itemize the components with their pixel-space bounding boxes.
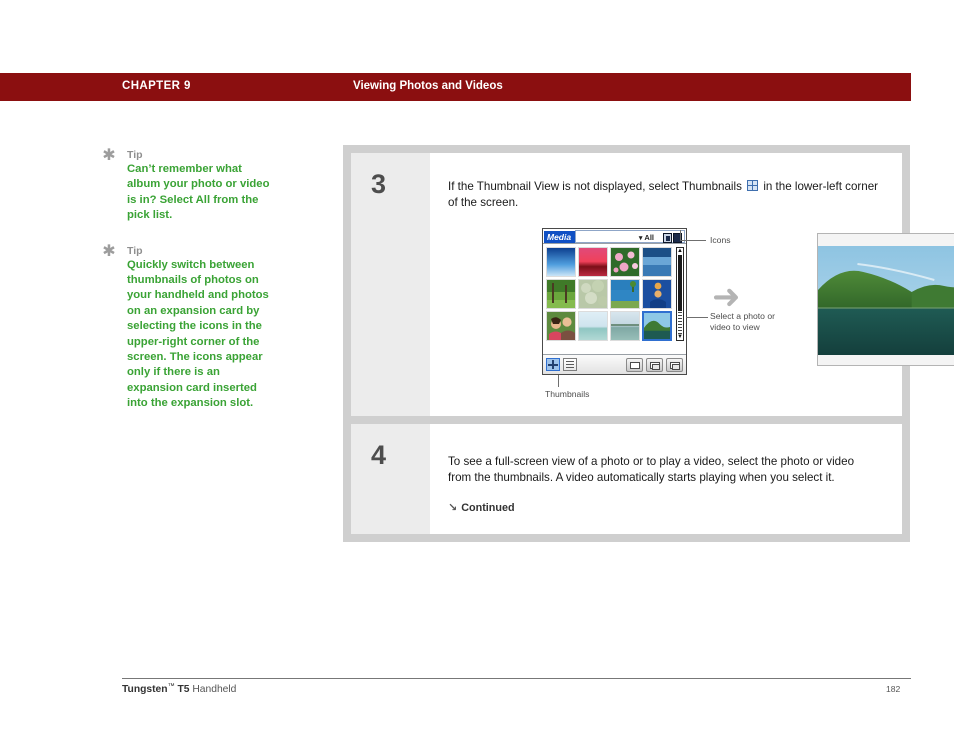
tip-body: Can’t remember what album your photo or … (127, 163, 270, 222)
step-4: 4 To see a full-screen view of a photo o… (351, 424, 902, 534)
step-instruction-text: If the Thumbnail View is not displayed, … (448, 179, 880, 210)
card-icon[interactable] (663, 233, 672, 243)
step-instruction-text: To see a full-screen view of a photo or … (448, 455, 855, 484)
footer-divider (122, 678, 911, 679)
asterisk-icon: ✱ (102, 240, 116, 260)
email-icon[interactable] (626, 357, 643, 372)
handheld-device-screenshot: Media ▾ All ▲ ▼ (542, 228, 687, 375)
footer-product-rest: Handheld (192, 684, 237, 695)
thumbnail-view-icon[interactable] (546, 358, 560, 371)
thumbnail-grid-icon (747, 180, 759, 191)
pick-list-label: All (644, 233, 654, 242)
arrow-down-right-icon: ↘ (448, 501, 458, 514)
album-pick-list[interactable]: ▾ All (575, 230, 685, 243)
step-text-part-1: If the Thumbnail View is not displayed, … (448, 180, 746, 193)
thumbnail-pink-flowers[interactable] (610, 247, 640, 277)
scrollbar-thumb[interactable] (678, 255, 682, 311)
step-illustration: Media ▾ All ▲ ▼ Icons Select a photo or … (448, 226, 954, 399)
beam-icon[interactable] (666, 357, 683, 372)
sidebar-tips: ✱ Tip Can’t remember what album your pho… (102, 145, 302, 432)
select-photo-callout-leader (686, 317, 708, 318)
thumbnail-green-forest[interactable] (546, 279, 576, 309)
tip-label: Tip (127, 244, 143, 257)
thumbnail-red-sunset[interactable] (578, 247, 608, 277)
thumbnail-person-blue[interactable] (642, 279, 672, 309)
device-title-bar: Media ▾ All (543, 229, 686, 244)
chapter-label: CHAPTER 9 (122, 80, 191, 92)
step-number: 3 (351, 153, 430, 416)
icons-callout-leader-vertical (680, 230, 681, 240)
device-toolbar (543, 354, 686, 374)
asterisk-icon: ✱ (102, 145, 116, 164)
device-action-buttons (626, 357, 683, 372)
thumbnail-green-hills-lake[interactable] (642, 311, 672, 341)
step-number: 4 (351, 424, 430, 534)
step-body: If the Thumbnail View is not displayed, … (430, 153, 954, 416)
thumbnail-pale-sea[interactable] (578, 311, 608, 341)
thumbnail-two-people[interactable] (546, 311, 576, 341)
scroll-up-arrow-icon[interactable]: ▲ (677, 248, 683, 254)
pick-list-value: ▾ All (639, 233, 654, 242)
page-number: 182 (886, 684, 901, 694)
chapter-header-bar: CHAPTER 9 Viewing Photos and Videos (0, 73, 911, 101)
chapter-title: Viewing Photos and Videos (353, 80, 503, 92)
callout-icons: Icons (710, 235, 731, 245)
continued-marker: ↘ Continued (448, 501, 880, 514)
thumbnail-blue-sky[interactable] (546, 247, 576, 277)
copy-icon[interactable] (646, 357, 663, 372)
tip-item: ✱ Tip Can’t remember what album your pho… (102, 145, 302, 224)
thumbnail-scrollbar[interactable]: ▲ ▼ (676, 247, 684, 341)
tip-body: Quickly switch between thumbnails of pho… (127, 258, 269, 410)
step-body: To see a full-screen view of a photo or … (430, 424, 902, 534)
chevron-down-icon: ▾ (638, 235, 643, 242)
footer-product-name: Tungsten (122, 684, 168, 695)
large-photo-image (818, 246, 954, 355)
thumbnail-area: ▲ ▼ (543, 244, 686, 344)
arrow-right-icon: ➜ (712, 277, 741, 317)
large-photo-frame (817, 233, 954, 366)
footer-product: Tungsten™ T5 Handheld (122, 683, 236, 695)
app-title: Media (544, 230, 576, 243)
scrollbar-track[interactable] (678, 312, 682, 334)
icons-callout-leader (680, 240, 706, 241)
list-view-icon[interactable] (563, 358, 577, 371)
thumbnail-grey-sea[interactable] (610, 311, 640, 341)
tip-label: Tip (127, 149, 143, 161)
callout-thumbnails: Thumbnails (545, 389, 590, 399)
thumbnails-callout-leader-vertical (558, 375, 559, 387)
thumbnail-blue-water[interactable] (642, 247, 672, 277)
continued-label: Continued (461, 502, 515, 514)
tip-item: ✱ Tip Quickly switch between thumbnails … (102, 240, 302, 412)
steps-container: 3 If the Thumbnail View is not displayed… (343, 145, 954, 542)
trademark-icon: ™ (167, 683, 175, 690)
thumbnail-grid (546, 247, 672, 341)
scroll-down-arrow-icon[interactable]: ▼ (677, 334, 683, 340)
thumbnail-blossom-tree[interactable] (578, 279, 608, 309)
footer-product-model: T5 (174, 684, 193, 695)
step-3: 3 If the Thumbnail View is not displayed… (351, 153, 954, 416)
thumbnail-coast-beach[interactable] (610, 279, 640, 309)
